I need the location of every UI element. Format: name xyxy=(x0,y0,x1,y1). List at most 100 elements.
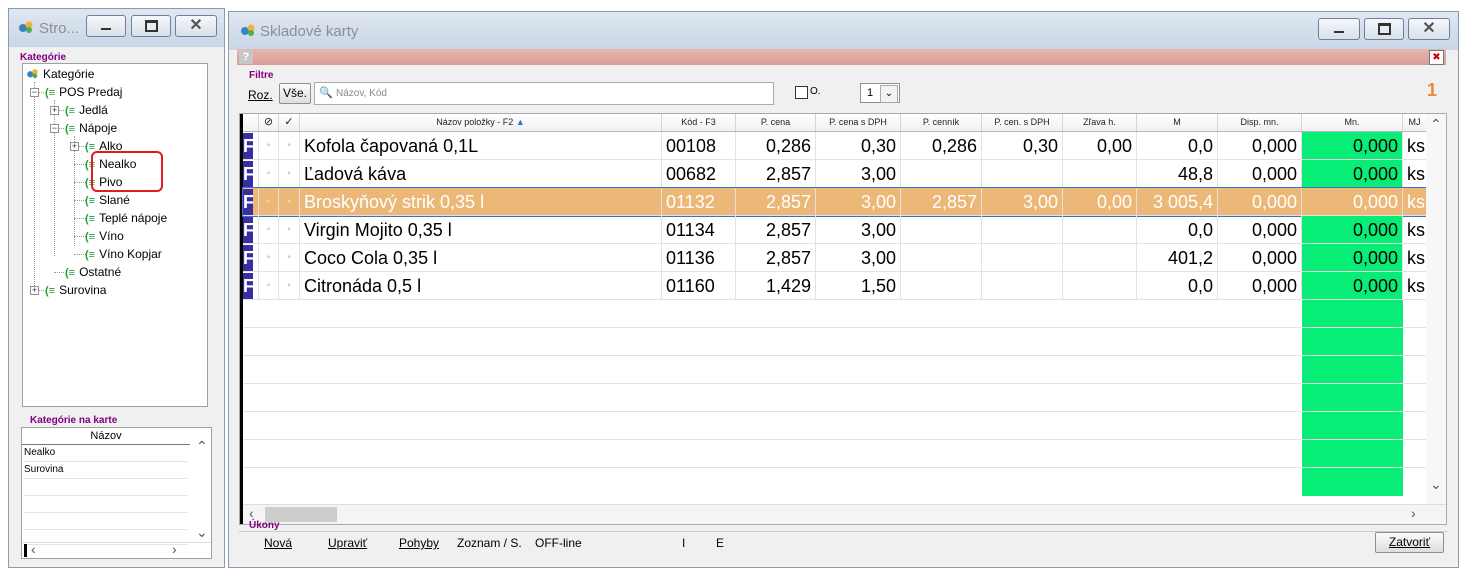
scroll-right-arrow[interactable]: › xyxy=(1411,505,1416,521)
col-header-discount[interactable]: Zľava h. xyxy=(1063,114,1137,131)
list-button[interactable]: Zoznam / S. xyxy=(457,536,522,550)
cell-m: 48,8 xyxy=(1137,160,1218,187)
category-icon: (≡ xyxy=(65,267,76,279)
tree-expander-jedla[interactable]: + xyxy=(50,106,59,115)
col-header-name[interactable]: Názov položky - F2 ▲ xyxy=(300,114,662,131)
tree-item-jedla[interactable]: (≡ Jedlá xyxy=(65,101,108,119)
col-header-qty[interactable]: Mn. xyxy=(1302,114,1403,131)
cell-pricelist-vat: 3,00 xyxy=(982,188,1063,215)
cell-code: 01160 xyxy=(662,272,736,299)
card-category-row[interactable]: Nealko xyxy=(24,445,188,462)
category-tree[interactable]: − + − + + Kategórie (≡ POS Predaj (≡ Jedlá… xyxy=(22,63,208,407)
card-categories-table[interactable]: Názov Nealko Surovina ⌃ ⌄ ‹ › xyxy=(21,427,212,559)
close-icon: ✕ xyxy=(189,17,203,34)
cell-code: 01132 xyxy=(662,188,736,215)
category-icon: (≡ xyxy=(65,105,76,117)
scroll-left-arrow[interactable]: ‹ xyxy=(31,541,36,557)
check-dot: ◦ xyxy=(279,272,300,299)
close-button[interactable]: ✕ xyxy=(1408,18,1450,40)
i-button[interactable]: I xyxy=(682,536,685,550)
vse-button[interactable]: Vše. xyxy=(279,83,311,104)
cell-unit: ks xyxy=(1403,216,1427,243)
attachment-icon: ⊘ xyxy=(259,114,279,131)
minimize-icon xyxy=(101,27,111,30)
col-header-pricelist-vat[interactable]: P. cen. s DPH xyxy=(982,114,1063,131)
cell-code: 00682 xyxy=(662,160,736,187)
tree-item-pos-predaj[interactable]: (≡ POS Predaj xyxy=(45,83,122,101)
app-icon xyxy=(19,21,33,33)
col-header-disp[interactable]: Disp. mn. xyxy=(1218,114,1302,131)
tree-item-surovina[interactable]: (≡ Surovina xyxy=(45,281,106,299)
cell-disp: 0,000 xyxy=(1218,244,1302,271)
table-row[interactable]: F ◦ ◦ Virgin Mojito 0,35 l 01134 2,857 3,00 0,0… xyxy=(243,216,1427,244)
tree-item-ostatne[interactable]: (≡ Ostatné xyxy=(65,263,121,281)
search-input[interactable]: 🔍 Názov, Kód xyxy=(314,82,774,105)
table-row[interactable]: F ◦ ◦ Coco Cola 0,35 l 01136 2,857 3,00 401,2 0,… xyxy=(243,244,1427,272)
check-dot: ◦ xyxy=(279,244,300,271)
tree-item-vino-kopjar[interactable]: (≡ Víno Kopjar xyxy=(85,245,162,263)
cell-m: 0,0 xyxy=(1137,216,1218,243)
maximize-button[interactable] xyxy=(131,15,171,37)
o-checkbox[interactable] xyxy=(795,86,808,99)
maximize-button[interactable] xyxy=(1364,18,1404,40)
table-row[interactable]: F ◦ ◦ Citronáda 0,5 l 01160 1,429 1,50 0,0 0,000… xyxy=(243,272,1427,300)
table-row[interactable]: F ◦ ◦ Ľadová káva 00682 2,857 3,00 48,8 0,000 0,0… xyxy=(243,160,1427,188)
movements-button[interactable]: Pohyby xyxy=(399,536,439,550)
cell-pricelist xyxy=(901,272,982,299)
cell-qty: 0,000 xyxy=(1302,188,1403,215)
tree-expander-surovina[interactable]: + xyxy=(30,286,39,295)
horizontal-scrollbar[interactable]: ‹ › xyxy=(243,504,1446,524)
tree-item-vino[interactable]: (≡ Víno xyxy=(85,227,124,245)
attachment-dot: ◦ xyxy=(259,216,279,243)
col-header-m[interactable]: M xyxy=(1137,114,1218,131)
e-button[interactable]: E xyxy=(716,536,724,550)
roz-link[interactable]: Roz. xyxy=(248,88,273,102)
card-categories-header: Názov xyxy=(22,428,190,445)
tree-item-root[interactable]: Kategórie xyxy=(26,65,94,83)
tree-item-teple-napoje[interactable]: (≡ Teplé nápoje xyxy=(85,209,167,227)
card-category-row[interactable]: Surovina xyxy=(24,462,188,479)
cell-pricelist-vat xyxy=(982,160,1063,187)
help-button[interactable]: ? xyxy=(239,50,253,64)
pin-icon[interactable]: ✖ xyxy=(1429,50,1444,65)
horizontal-scrollbar[interactable]: ‹ › xyxy=(22,541,211,558)
minimize-button[interactable] xyxy=(86,15,126,37)
row-type-marker: F xyxy=(243,273,253,299)
check-dot: ◦ xyxy=(279,216,300,243)
tree-expander-pos-predaj[interactable]: − xyxy=(30,88,39,97)
scroll-right-arrow[interactable]: › xyxy=(172,541,177,557)
cell-price-vat: 3,00 xyxy=(816,160,901,187)
minimize-button[interactable] xyxy=(1318,18,1360,40)
col-header-code[interactable]: Kód - F3 xyxy=(662,114,736,131)
tree-expander-alko[interactable]: + xyxy=(70,142,79,151)
col-header-unit[interactable]: MJ xyxy=(1403,114,1427,131)
cell-price: 2,857 xyxy=(736,244,816,271)
offline-button[interactable]: OFF-line xyxy=(535,536,582,550)
stock-grid[interactable]: ⊘ ✓ Názov položky - F2 ▲ Kód - F3 P. cen… xyxy=(239,113,1447,525)
scroll-up-arrow[interactable]: ⌃ xyxy=(1430,116,1442,133)
new-button[interactable]: Nová xyxy=(264,536,292,550)
col-header-pricelist[interactable]: P. cenník xyxy=(901,114,982,131)
table-row[interactable]: F ◦ ◦ Broskyňový strik 0,35 l 01132 2,857 3,00… xyxy=(242,187,1428,217)
tree-item-napoje[interactable]: (≡ Nápoje xyxy=(65,119,117,137)
cell-price-vat: 3,00 xyxy=(816,216,901,243)
scroll-left-arrow[interactable]: ‹ xyxy=(249,505,254,521)
scroll-down-arrow[interactable]: ⌄ xyxy=(196,524,208,541)
cell-pricelist xyxy=(901,216,982,243)
vertical-scrollbar[interactable]: ⌃ ⌄ xyxy=(1426,114,1446,506)
scroll-up-arrow[interactable]: ⌃ xyxy=(196,438,208,455)
chevron-down-icon[interactable]: ⌄ xyxy=(880,85,898,103)
table-row[interactable]: F ◦ ◦ Kofola čapovaná 0,1L 00108 0,286 0,30 0,2… xyxy=(243,132,1427,160)
page-combo[interactable]: 1 ⌄ xyxy=(860,83,900,103)
tree-expander-napoje[interactable]: − xyxy=(50,124,59,133)
close-button[interactable]: ✕ xyxy=(175,15,217,37)
edit-button[interactable]: Upraviť xyxy=(328,536,367,550)
cell-pricelist xyxy=(901,160,982,187)
categories-section-label: Kategórie xyxy=(20,52,67,63)
close-window-button[interactable]: Zatvoriť xyxy=(1375,532,1444,553)
tree-item-slane[interactable]: (≡ Slané xyxy=(85,191,130,209)
col-header-price-vat[interactable]: P. cena s DPH xyxy=(816,114,901,131)
scroll-down-arrow[interactable]: ⌄ xyxy=(1430,476,1442,493)
col-header-price[interactable]: P. cena xyxy=(736,114,816,131)
grid-body: F ◦ ◦ Kofola čapovaná 0,1L 00108 0,286 0,30 0,2… xyxy=(242,132,1428,496)
